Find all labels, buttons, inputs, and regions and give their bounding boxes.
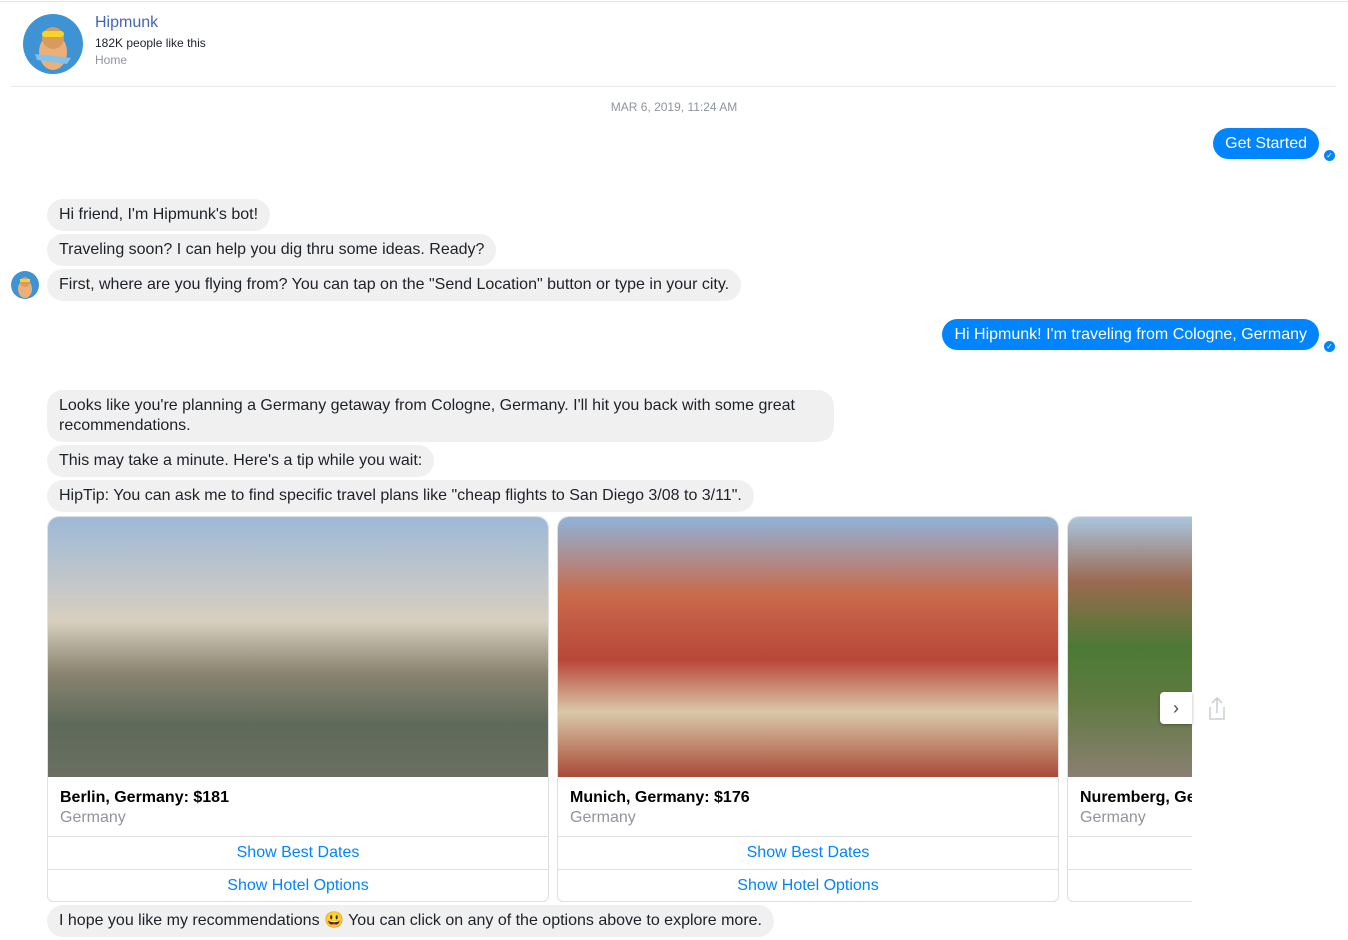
show-best-dates-button[interactable]: Show Best Dates: [48, 836, 548, 869]
bot-message: First, where are you flying from? You ca…: [47, 269, 742, 301]
user-message: Get Started: [1213, 128, 1319, 159]
card-title: Munich, Germany: $176: [570, 789, 750, 806]
carousel-next-button[interactable]: ›: [1160, 692, 1192, 724]
share-icon[interactable]: [1207, 696, 1227, 722]
card-subtitle: Germany: [570, 809, 636, 826]
show-best-dates-button[interactable]: Show Best Dates: [558, 836, 1058, 869]
bot-message: I hope you like my recommendations 😃 You…: [47, 905, 774, 937]
show-hotel-options-button[interactable]: Show Hotel Options: [558, 869, 1058, 901]
delivered-check-icon: ✓: [1324, 341, 1335, 352]
card-button[interactable]: [1068, 869, 1192, 901]
card-subtitle: Germany: [60, 809, 126, 826]
card-button[interactable]: [1068, 836, 1192, 869]
delivered-check-icon: ✓: [1324, 150, 1335, 161]
page-avatar[interactable]: [23, 14, 83, 74]
top-border: [0, 1, 1348, 2]
destination-card[interactable]: Munich, Germany: $176 Germany Show Best …: [557, 516, 1059, 902]
chipmunk-logo-icon: [35, 27, 71, 70]
user-message: Hi Hipmunk! I'm traveling from Cologne, …: [942, 319, 1319, 350]
bot-avatar: [11, 271, 39, 299]
card-title: Nuremberg, Germany: [1080, 789, 1192, 806]
nuremberg-image: [1068, 517, 1192, 777]
munich-image: [558, 517, 1058, 777]
destination-card[interactable]: Berlin, Germany: $181 Germany Show Best …: [47, 516, 549, 902]
bot-message: Looks like you're planning a Germany get…: [47, 390, 834, 442]
bot-message: This may take a minute. Here's a tip whi…: [47, 445, 435, 477]
card-title: Berlin, Germany: $181: [60, 789, 229, 806]
bot-message: Traveling soon? I can help you dig thru …: [47, 234, 497, 266]
chipmunk-logo-icon: [18, 277, 32, 298]
show-hotel-options-button[interactable]: Show Hotel Options: [48, 869, 548, 901]
timestamp: MAR 6, 2019, 11:24 AM: [610, 100, 738, 114]
bot-message: HipTip: You can ask me to find specific …: [47, 480, 754, 512]
page-name[interactable]: Hipmunk: [95, 14, 158, 32]
berlin-image: [48, 517, 548, 777]
page-likes: 182K people like this: [95, 36, 206, 50]
bot-message: Hi friend, I'm Hipmunk's bot!: [47, 199, 271, 231]
destination-carousel: Berlin, Germany: $181 Germany Show Best …: [47, 516, 1192, 902]
page-category: Home: [95, 53, 128, 67]
card-subtitle: Germany: [1080, 809, 1146, 826]
divider: [10, 86, 1336, 87]
